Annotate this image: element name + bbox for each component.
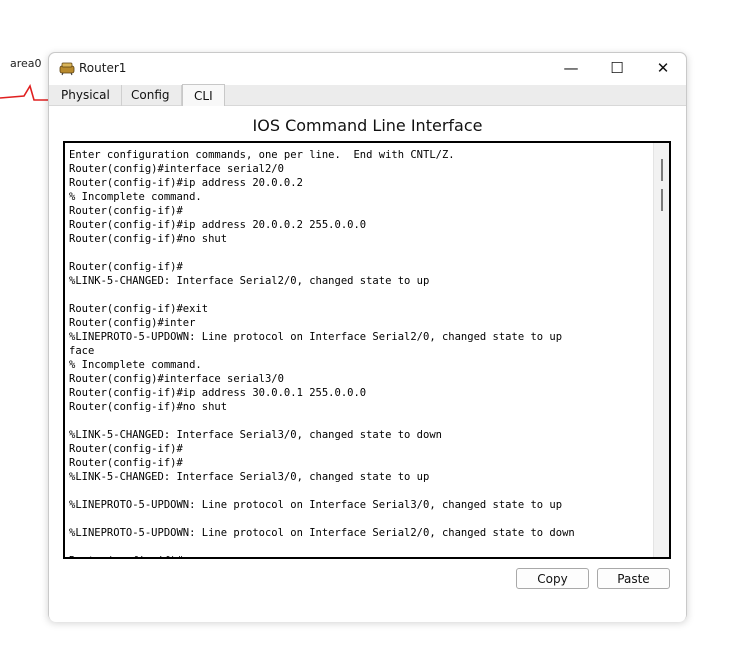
terminal-line: %LINK-5-CHANGED: Interface Serial2/0, ch… — [69, 275, 430, 287]
terminal-line: Router(config-if)# — [69, 554, 651, 557]
terminal-line: Router(config)#interface serial2/0 — [69, 163, 284, 175]
terminal-line: %LINEPROTO-5-UPDOWN: Line protocol on In… — [69, 527, 575, 539]
terminal-line: %LINK-5-CHANGED: Interface Serial3/0, ch… — [69, 471, 430, 483]
terminal-line: Router(config-if)#ip address 30.0.0.1 25… — [69, 387, 367, 399]
terminal-line: face — [69, 345, 95, 357]
terminal-output[interactable]: Enter configuration commands, one per li… — [69, 148, 651, 557]
terminal-line: Router(config-if)# — [69, 261, 183, 273]
router-app-icon — [59, 62, 75, 76]
terminal-line: % Incomplete command. — [69, 191, 202, 203]
area-label: area0 — [10, 57, 42, 70]
paste-button[interactable]: Paste — [597, 568, 670, 589]
tab-cli[interactable]: CLI — [182, 84, 225, 107]
cli-panel: IOS Command Line Interface Enter configu… — [49, 106, 686, 622]
terminal-line: Router(config)#interface serial3/0 — [69, 373, 284, 385]
terminal-line: Router(config-if)#ip address 20.0.0.2 — [69, 177, 303, 189]
maximize-button[interactable]: ☐ — [594, 53, 640, 83]
window-title: Router1 — [79, 61, 127, 75]
terminal-line: Router(config-if)# — [69, 457, 183, 469]
close-icon: ✕ — [656, 59, 670, 77]
terminal-line: Router(config-if)#no shut — [69, 401, 228, 413]
workspace: area0 Router1 — ☐ ✕ Physical Config CLI … — [0, 0, 751, 665]
scrollbar-thumb[interactable] — [661, 189, 663, 211]
terminal-line: Router(config)#inter — [69, 317, 196, 329]
terminal-line: Router(config-if)#exit — [69, 303, 209, 315]
terminal-line: Router(config-if)#ip address 20.0.0.2 25… — [69, 219, 367, 231]
tab-bar: Physical Config CLI — [49, 84, 686, 107]
minimize-button[interactable]: — — [548, 53, 594, 83]
terminal-scrollbar[interactable] — [653, 143, 669, 557]
close-button[interactable]: ✕ — [640, 53, 686, 83]
terminal-line: % Incomplete command. — [69, 359, 202, 371]
cli-heading: IOS Command Line Interface — [252, 116, 483, 135]
title-bar[interactable]: Router1 — ☐ ✕ — [49, 53, 686, 85]
minimize-icon: — — [563, 59, 579, 77]
scrollbar-thumb[interactable] — [661, 159, 663, 181]
tab-config[interactable]: Config — [120, 85, 182, 106]
terminal-line: %LINEPROTO-5-UPDOWN: Line protocol on In… — [69, 499, 563, 511]
tab-physical[interactable]: Physical — [50, 85, 122, 106]
terminal-line: Router(config-if)# — [69, 443, 183, 455]
terminal-line: Router(config-if)#no shut — [69, 233, 228, 245]
terminal-line: Router(config-if)# — [69, 205, 183, 217]
cli-terminal[interactable]: Enter configuration commands, one per li… — [63, 141, 671, 559]
terminal-line: Enter configuration commands, one per li… — [69, 149, 455, 161]
maximize-icon: ☐ — [610, 59, 624, 77]
terminal-line: %LINK-5-CHANGED: Interface Serial3/0, ch… — [69, 429, 442, 441]
terminal-line: %LINEPROTO-5-UPDOWN: Line protocol on In… — [69, 331, 563, 343]
copy-button[interactable]: Copy — [516, 568, 589, 589]
router-window: Router1 — ☐ ✕ Physical Config CLI IOS Co… — [48, 52, 687, 622]
